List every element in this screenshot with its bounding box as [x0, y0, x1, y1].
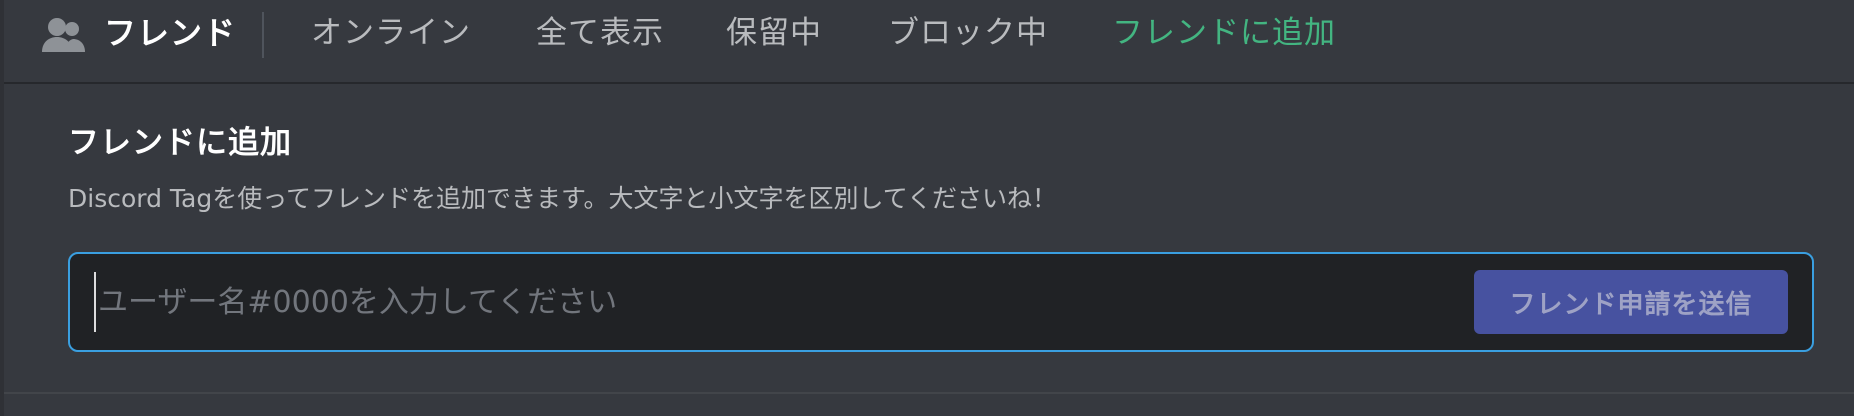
tab-pending[interactable]: 保留中 — [726, 12, 822, 54]
username-input[interactable] — [94, 272, 1458, 332]
page-title: フレンド — [104, 14, 237, 52]
add-friend-title: フレンドに追加 — [68, 125, 292, 161]
friends-header: フレンド オンライン 全て表示 保留中 ブロック中 フレンドに追加 — [4, 0, 1854, 84]
add-friend-description: Discord Tagを使ってフレンドを追加できます。大文字と小文字を区別してく… — [68, 184, 1057, 213]
header-divider — [262, 12, 264, 58]
section-divider — [4, 392, 1854, 394]
friends-icon — [42, 18, 85, 52]
friends-page: フレンド オンライン 全て表示 保留中 ブロック中 フレンドに追加 フレンドに追… — [0, 0, 1854, 416]
add-friend-form: フレンド申請を送信 — [68, 252, 1814, 352]
tab-online[interactable]: オンライン — [311, 12, 471, 54]
send-friend-request-button[interactable]: フレンド申請を送信 — [1474, 270, 1788, 334]
tab-all[interactable]: 全て表示 — [536, 12, 664, 54]
tab-add-friend[interactable]: フレンドに追加 — [1112, 12, 1336, 54]
tab-blocked[interactable]: ブロック中 — [888, 12, 1048, 54]
